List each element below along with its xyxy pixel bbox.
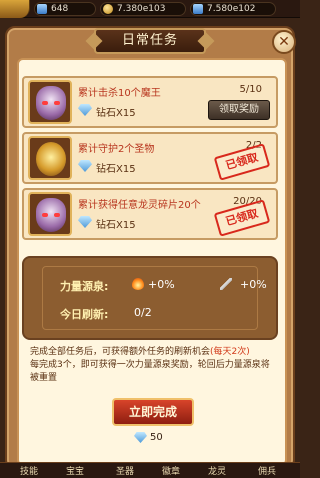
- refresh-value: 0/2: [134, 306, 152, 319]
- power-fire-value: +0%: [148, 278, 175, 291]
- resource-gems-value: 648: [51, 4, 69, 14]
- quest-reward: 钻石X15: [78, 216, 136, 231]
- power-source-panel: 力量源泉: +0% +0% 今日刷新: 0/2: [22, 256, 278, 340]
- quest-progress: 5/10: [239, 84, 262, 95]
- complete-cost: 50: [134, 432, 163, 443]
- diamond-icon: [78, 160, 92, 172]
- close-icon: ✕: [278, 34, 290, 50]
- nav-mercenary[interactable]: 佣兵: [258, 464, 276, 477]
- quest-name: 累计获得任意龙灵碎片20个: [78, 200, 201, 211]
- quest-item: 累计击杀10个魔王 钻石X15 5/10 领取奖励: [22, 76, 278, 128]
- demon-king-icon: [28, 192, 72, 236]
- player-avatar[interactable]: [0, 0, 30, 18]
- claimed-stamp: 已领取: [213, 143, 271, 181]
- demon-king-icon: [28, 80, 72, 124]
- daily-limit-highlight: (每天2次): [210, 347, 250, 357]
- quest-item: 累计守护2个圣物 钻石X15 2/2 已领取: [22, 132, 278, 184]
- dialog-title: 日常任务: [94, 28, 206, 54]
- resource-gold-value: 7.380e103: [117, 4, 166, 14]
- gem-icon: [37, 4, 47, 14]
- resource-gems: 648: [34, 2, 96, 16]
- quest-reward: 钻石X15: [78, 104, 136, 119]
- claim-reward-button[interactable]: 领取奖励: [208, 100, 270, 120]
- quest-name: 累计击杀10个魔王: [78, 88, 161, 99]
- resource-gold: 7.380e103: [100, 2, 186, 16]
- nav-pet[interactable]: 宝宝: [66, 464, 84, 477]
- diamond-icon: [78, 216, 92, 228]
- resource-bar: 648 7.380e103 7.580e102: [0, 0, 300, 18]
- fire-icon: [132, 278, 144, 290]
- diamond-icon: [78, 104, 92, 116]
- gold-coin-icon: [103, 4, 113, 14]
- nav-dragon-spirit[interactable]: 龙灵: [208, 464, 226, 477]
- diamond-icon: [134, 432, 147, 443]
- resource-crystal: 7.580e102: [190, 2, 276, 16]
- close-button[interactable]: ✕: [272, 30, 296, 54]
- power-source-label: 力量源泉:: [60, 280, 109, 293]
- power-sword-value: +0%: [240, 278, 267, 291]
- claimed-stamp: 已领取: [213, 199, 271, 237]
- resource-crystal-value: 7.580e102: [207, 4, 256, 14]
- quest-reward: 钻石X15: [78, 160, 136, 175]
- quest-item: 累计获得任意龙灵碎片20个 钻石X15 20/20 已领取: [22, 188, 278, 240]
- complete-now-button[interactable]: 立即完成: [112, 398, 194, 426]
- quest-name: 累计守护2个圣物: [78, 144, 155, 155]
- nav-relic[interactable]: 圣器: [116, 464, 134, 477]
- gem-icon: [193, 4, 203, 14]
- sword-icon: [220, 278, 232, 290]
- quest-description: 完成全部任务后，可获得额外任务的刷新机会(每天2次) 每完成3个，即可获得一次力…: [30, 347, 270, 383]
- nav-skills[interactable]: 技能: [20, 464, 38, 477]
- bottom-nav: 技能 宝宝 圣器 徽章 龙灵 佣兵: [0, 462, 300, 478]
- nav-badge[interactable]: 徽章: [162, 464, 180, 477]
- refresh-label: 今日刷新:: [60, 308, 109, 321]
- relic-icon: [28, 136, 72, 180]
